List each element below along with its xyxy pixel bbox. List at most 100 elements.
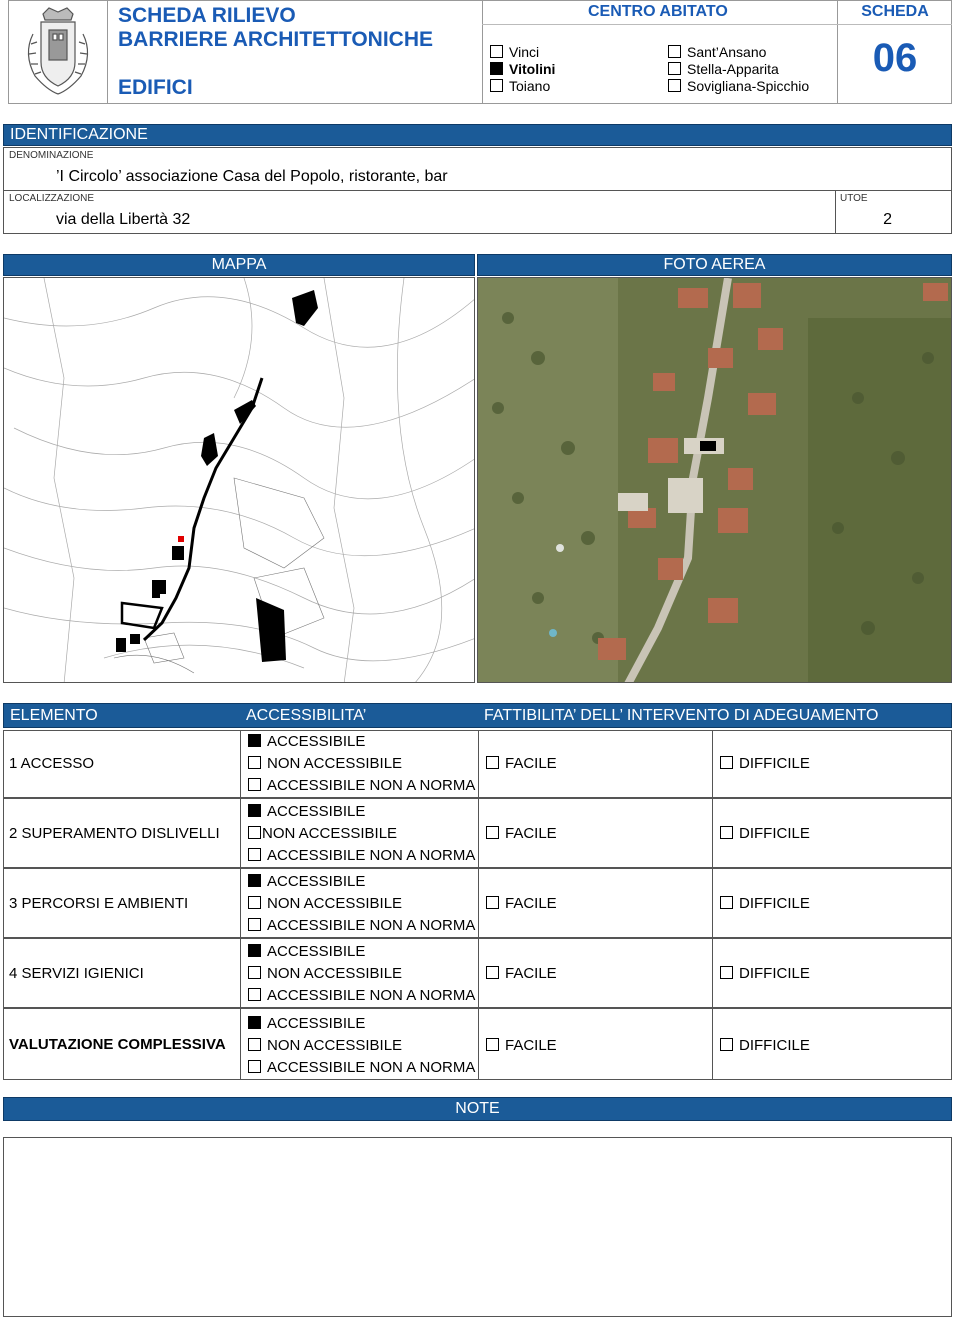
checkbox-checked[interactable] [248,734,261,747]
checkbox[interactable] [668,62,681,75]
row-divider [240,939,241,1007]
checkbox[interactable] [668,45,681,58]
option-facile[interactable]: FACILE [486,825,557,842]
denominazione-box: DENOMINAZIONE ’I Circolo’ associazione C… [3,147,952,191]
checkbox[interactable] [490,79,503,92]
checkbox[interactable] [486,1038,499,1051]
option-difficile[interactable]: DIFFICILE [720,1037,810,1054]
checkbox[interactable] [248,1038,261,1051]
option-non-accessibile[interactable]: NON ACCESSIBILE [248,755,402,772]
option-difficile[interactable]: DIFFICILE [720,755,810,772]
option-non-accessibile[interactable]: NON ACCESSIBILE [248,895,402,912]
option-non-accessibile[interactable]: NON ACCESSIBILE [248,965,402,982]
cadastral-map-graphic [4,278,474,682]
row-divider [240,869,241,937]
checkbox-checked[interactable] [248,874,261,887]
option-non-a-norma[interactable]: ACCESSIBILE NON A NORMA [248,1059,475,1076]
centro-option-toiano[interactable]: Toiano [490,78,550,94]
row-divider [712,1009,713,1079]
option-accessibile[interactable]: ACCESSIBILE [248,943,365,960]
centro-divider [482,24,838,25]
section-title: IDENTIFICAZIONE [10,126,148,143]
municipal-crest-icon [27,7,89,95]
checkbox[interactable] [486,896,499,909]
option-accessibile[interactable]: ACCESSIBILE [248,803,365,820]
option-accessibile[interactable]: ACCESSIBILE [248,1015,365,1032]
checkbox[interactable] [720,896,733,909]
table-row: 2 SUPERAMENTO DISLIVELLI ACCESSIBILE NON… [3,798,952,868]
centro-option-vitolini[interactable]: Vitolini [490,61,555,77]
checkbox[interactable] [720,1038,733,1051]
centro-option-sovigliana[interactable]: Sovigliana-Spicchio [668,78,809,94]
note-textarea[interactable] [3,1137,952,1317]
centro-option-santansano[interactable]: Sant’Ansano [668,44,766,60]
row-divider [712,939,713,1007]
centro-option-stella[interactable]: Stella-Apparita [668,61,779,77]
localizzazione-value: via della Libertà 32 [56,211,191,228]
row-divider [712,869,713,937]
checkbox[interactable] [248,756,261,769]
checkbox[interactable] [486,826,499,839]
localizzazione-box: LOCALIZZAZIONE via della Libertà 32 [3,190,836,234]
checkbox-checked[interactable] [248,804,261,817]
row-divider [712,799,713,867]
checkbox-checked[interactable] [248,1016,261,1029]
title-line1: SCHEDA RILIEVO [118,4,296,27]
option-accessibile[interactable]: ACCESSIBILE [248,873,365,890]
note-title: NOTE [455,1100,500,1117]
option-non-a-norma[interactable]: ACCESSIBILE NON A NORMA [248,987,475,1004]
checkbox[interactable] [486,756,499,769]
option-non-a-norma[interactable]: ACCESSIBILE NON A NORMA [248,777,475,794]
checkbox[interactable] [248,988,261,1001]
option-difficile[interactable]: DIFFICILE [720,965,810,982]
denominazione-label: DENOMINAZIONE [9,150,94,161]
col-accessibilita: ACCESSIBILITA’ [246,707,367,724]
row-divider [712,731,713,797]
checkbox[interactable] [248,848,261,861]
checkbox[interactable] [720,756,733,769]
option-facile[interactable]: FACILE [486,965,557,982]
checkbox[interactable] [248,896,261,909]
row-label: 4 SERVIZI IGIENICI [9,965,144,982]
identificazione-bar: IDENTIFICAZIONE [3,124,952,146]
checkbox-checked[interactable] [490,62,503,75]
checkbox[interactable] [248,778,261,791]
logo-cell [8,0,108,104]
row-divider [478,939,479,1007]
checkbox[interactable] [248,826,261,839]
option-accessibile[interactable]: ACCESSIBILE [248,733,365,750]
checkbox[interactable] [248,966,261,979]
row-label: 3 PERCORSI E AMBIENTI [9,895,189,912]
checkbox[interactable] [720,826,733,839]
checkbox[interactable] [490,45,503,58]
title-line2: BARRIERE ARCHITETTONICHE [118,28,434,51]
option-difficile[interactable]: DIFFICILE [720,895,810,912]
checkbox[interactable] [668,79,681,92]
option-facile[interactable]: FACILE [486,1037,557,1054]
table-row: 1 ACCESSO ACCESSIBILE NON ACCESSIBILE AC… [3,730,952,798]
checkbox[interactable] [486,966,499,979]
centro-label: CENTRO ABITATO [588,3,728,20]
option-non-a-norma[interactable]: ACCESSIBILE NON A NORMA [248,917,475,934]
foto-bar: FOTO AEREA [477,254,952,276]
option-non-accessibile[interactable]: NON ACCESSIBILE [248,1037,402,1054]
aerial-photo-graphic [478,278,951,682]
subtitle: EDIFICI [118,76,193,99]
checkbox[interactable] [720,966,733,979]
utoe-label: UTOE [840,193,868,204]
checkbox[interactable] [248,918,261,931]
scheda-divider [838,24,952,25]
option-non-a-norma[interactable]: ACCESSIBILE NON A NORMA [248,847,475,864]
centro-option-vinci[interactable]: Vinci [490,44,539,60]
option-facile[interactable]: FACILE [486,755,557,772]
row-divider [478,799,479,867]
row-divider [240,799,241,867]
localizzazione-label: LOCALIZZAZIONE [9,193,95,204]
checkbox-checked[interactable] [248,944,261,957]
table-row: 4 SERVIZI IGIENICI ACCESSIBILE NON ACCES… [3,938,952,1008]
option-difficile[interactable]: DIFFICILE [720,825,810,842]
row-label: 2 SUPERAMENTO DISLIVELLI [9,825,220,842]
option-non-accessibile[interactable]: NON ACCESSIBILE [248,825,397,842]
checkbox[interactable] [248,1060,261,1073]
option-facile[interactable]: FACILE [486,895,557,912]
